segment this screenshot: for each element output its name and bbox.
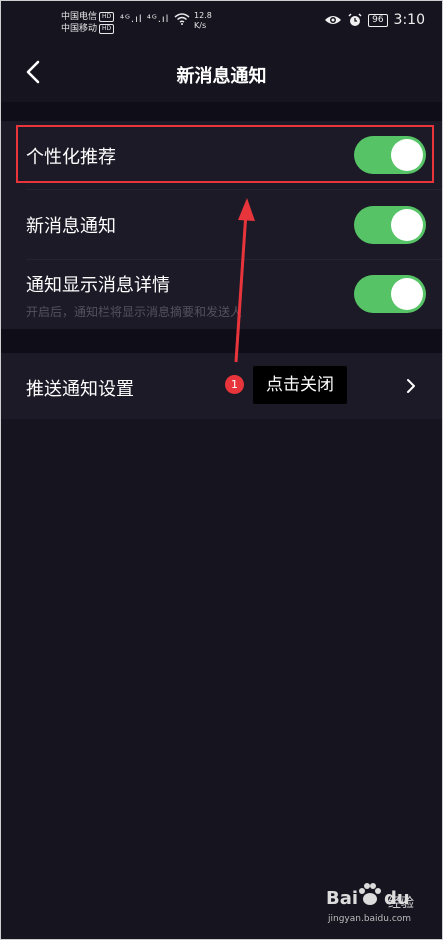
battery-icon: 96	[368, 13, 388, 27]
chevron-right-icon	[407, 379, 415, 393]
section-gap	[0, 329, 443, 353]
toggle-knob	[391, 209, 423, 241]
alarm-icon	[348, 13, 362, 26]
eye-icon	[325, 16, 342, 24]
toggle-knob	[391, 278, 423, 310]
watermark-url: jingyan.baidu.com	[328, 914, 412, 924]
highlight-box	[16, 125, 434, 183]
signal-icons: ⁴ᴳ.ıl ⁴ᴳ.ıl	[120, 13, 190, 25]
hd-badge: HD	[99, 11, 115, 22]
hd-badge: HD	[99, 23, 115, 34]
carrier-2: 中国移动	[61, 24, 98, 34]
carrier-1: 中国电信	[61, 12, 98, 22]
section-gap	[0, 102, 443, 121]
carrier-info: 中国电信 HD 中国移动 HD	[61, 11, 115, 35]
new-message-notification-label: 新消息通知	[26, 216, 116, 237]
header: 新消息通知	[0, 44, 443, 102]
signal-icon: ⁴ᴳ.ıl	[120, 14, 143, 25]
row-notification-details: 通知显示消息详情 开启后，通知栏将显示消息摘要和发送人	[0, 260, 443, 329]
status-bar: 中国电信 HD 中国移动 HD ⁴ᴳ.ıl ⁴ᴳ.ıl 12.8 K/s 96 3:…	[0, 0, 443, 44]
row-new-message-notification: 新消息通知	[0, 190, 443, 258]
wifi-icon	[174, 13, 190, 25]
push-notification-settings-item[interactable]: 推送通知设置	[0, 353, 443, 419]
push-notification-settings-label: 推送通知设置	[26, 379, 134, 400]
status-right: 96 3:10	[324, 12, 425, 28]
watermark-cn: 经验	[388, 896, 415, 911]
signal-icon: ⁴ᴳ.ıl	[146, 14, 170, 25]
net-speed: 12.8 K/s	[194, 11, 212, 30]
callout-label: 点击关闭	[253, 366, 347, 404]
step-badge: 1	[225, 375, 244, 394]
notification-details-toggle[interactable]	[354, 275, 426, 313]
notification-details-description: 开启后，通知栏将显示消息摘要和发送人	[26, 305, 243, 319]
paw-icon	[359, 883, 381, 905]
page-title: 新消息通知	[176, 66, 267, 87]
notification-details-label: 通知显示消息详情	[26, 275, 170, 296]
baidu-jingyan-watermark: Bai du 经验 jingyan.baidu.com	[326, 882, 436, 932]
clock: 3:10	[393, 12, 425, 28]
new-message-notification-toggle[interactable]	[354, 206, 426, 244]
